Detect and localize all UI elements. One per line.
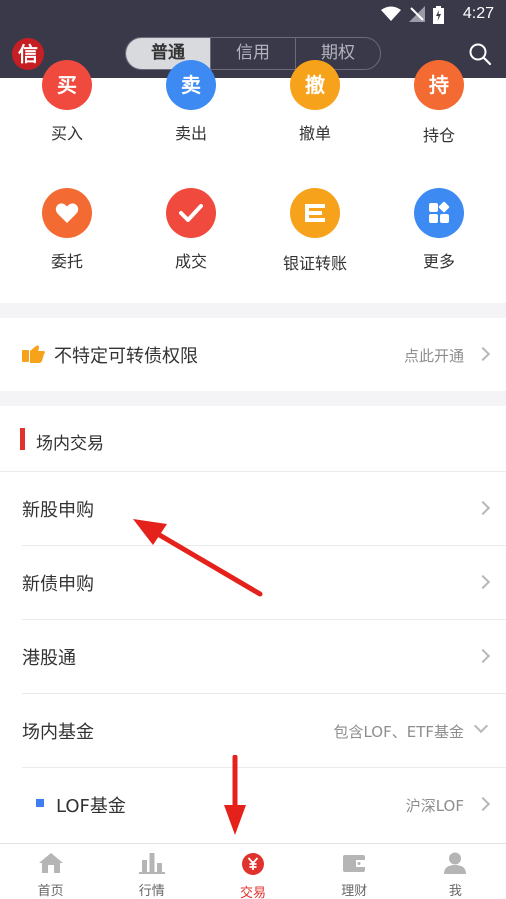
status-bar: 4:27 xyxy=(0,0,506,30)
chevron-right-icon xyxy=(475,796,491,812)
list-item-label: 新债申购 xyxy=(22,574,94,595)
section-title: 场内交易 xyxy=(36,434,104,454)
wallet-icon xyxy=(343,855,366,872)
chevron-down-icon xyxy=(473,718,489,734)
quick-action-label: 银证转账 xyxy=(282,254,347,273)
quick-action-orders[interactable]: 委托 xyxy=(12,188,122,272)
quick-action-buy[interactable]: 买 买入 xyxy=(12,60,122,144)
tab-label: 交易 xyxy=(240,886,267,899)
list-item-label: LOF基金 xyxy=(56,796,126,817)
quick-action-sell[interactable]: 卖 卖出 xyxy=(136,60,246,144)
no-signal-icon xyxy=(409,6,425,22)
positions-icon: 持 xyxy=(414,60,464,110)
tab-wealth[interactable]: 理财 xyxy=(304,844,405,899)
wifi-icon xyxy=(381,6,401,21)
clock: 4:27 xyxy=(462,5,494,22)
chevron-right-icon xyxy=(475,574,491,590)
tab-label: 行情 xyxy=(138,884,165,899)
heart-icon xyxy=(42,188,92,238)
quick-action-positions[interactable]: 持 持仓 xyxy=(384,60,494,146)
exchange-trading-section: 场内交易 新股申购 新债申购 港股通 场内基金 包含LOF、ETF基金 LOF基… xyxy=(0,406,506,843)
list-item-label: 场内基金 xyxy=(22,722,94,743)
convertible-bond-permission-row[interactable]: 不特定可转债权限 点此开通 xyxy=(0,318,506,391)
section-marker xyxy=(20,428,25,450)
chevron-right-icon xyxy=(475,500,491,516)
list-item-bond-subscription[interactable]: 新债申购 xyxy=(0,546,506,619)
list-item-label: 新股申购 xyxy=(22,500,94,521)
quick-action-deals[interactable]: 成交 xyxy=(136,188,246,272)
hand-point-icon xyxy=(22,345,45,363)
chevron-right-icon xyxy=(475,346,491,362)
quick-action-label: 成交 xyxy=(174,252,207,271)
list-item-lof-funds[interactable]: LOF基金 沪深LOF xyxy=(0,768,506,841)
quick-actions-panel: 买 买入 卖 卖出 撤 撤单 持 持仓 委托 成交 银证转账 更多 xyxy=(0,60,506,303)
battery-charging-icon xyxy=(433,6,444,24)
buy-icon: 买 xyxy=(42,60,92,110)
list-item-hint: 包含LOF、ETF基金 xyxy=(333,723,464,741)
bottom-tab-bar: 首页 行情 交易 理财 我 xyxy=(0,843,506,899)
grid-icon xyxy=(414,188,464,238)
quick-action-cancel[interactable]: 撤 撤单 xyxy=(260,60,370,144)
list-item-ipo[interactable]: 新股申购 xyxy=(0,472,506,545)
status-icons xyxy=(381,6,444,24)
tab-label: 理财 xyxy=(341,884,368,899)
list-item-hk-connect[interactable]: 港股通 xyxy=(0,620,506,693)
quick-action-label: 更多 xyxy=(422,252,455,271)
bullet-square xyxy=(36,799,44,807)
user-icon xyxy=(444,852,467,874)
list-item-hint: 沪深LOF xyxy=(405,797,464,815)
yuan-icon xyxy=(242,853,264,875)
list-item-exchange-funds[interactable]: 场内基金 包含LOF、ETF基金 xyxy=(0,694,506,767)
chevron-right-icon xyxy=(475,648,491,664)
quick-action-label: 委托 xyxy=(50,252,83,271)
tab-label: 我 xyxy=(448,884,462,899)
quick-action-label: 撤单 xyxy=(298,124,331,143)
cancel-order-icon: 撤 xyxy=(290,60,340,110)
permission-label: 不特定可转债权限 xyxy=(54,346,198,367)
list-item-label: 港股通 xyxy=(22,648,76,669)
permission-hint: 点此开通 xyxy=(403,347,464,365)
transfer-icon xyxy=(290,188,340,238)
quick-action-transfer[interactable]: 银证转账 xyxy=(260,188,370,274)
quick-action-label: 买入 xyxy=(50,124,83,143)
quick-action-more[interactable]: 更多 xyxy=(384,188,494,272)
quick-action-label: 持仓 xyxy=(422,126,455,145)
tab-market[interactable]: 行情 xyxy=(101,844,202,899)
tab-home[interactable]: 首页 xyxy=(0,844,101,899)
home-icon xyxy=(38,853,63,873)
quick-action-label: 卖出 xyxy=(174,124,207,143)
chart-icon xyxy=(138,853,165,874)
tab-label: 首页 xyxy=(37,884,64,899)
check-icon xyxy=(166,188,216,238)
tab-me[interactable]: 我 xyxy=(405,844,506,899)
sell-icon: 卖 xyxy=(166,60,216,110)
tab-trade[interactable]: 交易 xyxy=(202,844,303,899)
